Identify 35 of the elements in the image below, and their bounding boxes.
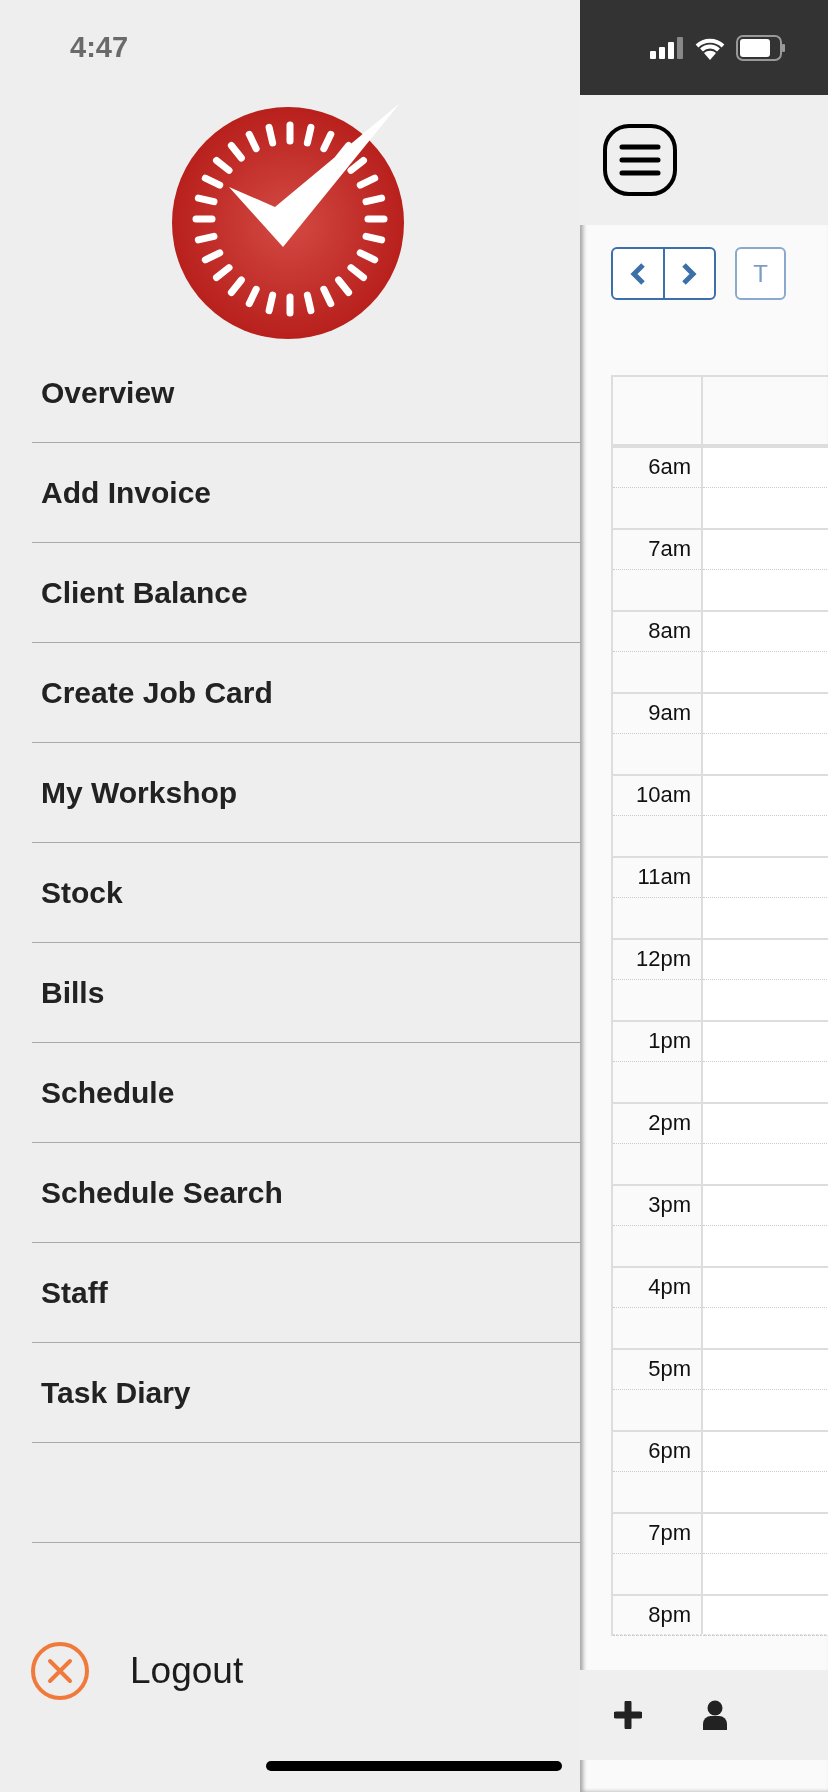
menu-item[interactable]: Task Diary	[41, 1375, 191, 1410]
battery-icon	[736, 34, 786, 61]
time-label: 7pm	[648, 1520, 691, 1547]
menu-item[interactable]: Create Job Card	[41, 675, 273, 710]
menu-item[interactable]: Bills	[41, 975, 105, 1010]
menu-item[interactable]: Overview	[41, 375, 175, 410]
menu-item[interactable]: Add Invoice	[41, 475, 212, 510]
time-label: 2pm	[648, 1110, 691, 1137]
menu-item[interactable]: Schedule	[41, 1075, 175, 1110]
logout-link[interactable]: Logout	[130, 1650, 244, 1692]
time-label: 11am	[637, 864, 691, 891]
time-label: 10am	[635, 782, 691, 809]
status-time: 4:47	[70, 31, 129, 64]
time-label: 12pm	[635, 946, 691, 973]
time-label: 6pm	[648, 1438, 691, 1465]
menu-item[interactable]: Stock	[41, 875, 123, 910]
time-label: 9am	[648, 700, 691, 727]
time-label: 6am	[648, 454, 691, 481]
signal-icon	[650, 36, 684, 59]
menu-item[interactable]: My Workshop	[41, 775, 238, 810]
menu-item[interactable]: Client Balance	[41, 575, 248, 610]
time-label: 8pm	[648, 1602, 691, 1629]
person-icon[interactable]	[702, 1700, 728, 1730]
time-label: 4pm	[648, 1274, 691, 1301]
menu-item[interactable]: Schedule Search	[41, 1175, 283, 1210]
menu-item[interactable]: Staff	[41, 1275, 108, 1310]
time-label: 8am	[648, 618, 691, 645]
time-label: 1pm	[648, 1028, 691, 1055]
chevron-right-icon	[681, 261, 698, 286]
add-icon[interactable]	[614, 1701, 642, 1729]
time-label: 3pm	[648, 1192, 691, 1219]
time-label: 7am	[648, 536, 691, 563]
chevron-left-icon	[629, 261, 646, 286]
menu-icon[interactable]	[602, 123, 678, 197]
time-label: 5pm	[648, 1356, 691, 1383]
